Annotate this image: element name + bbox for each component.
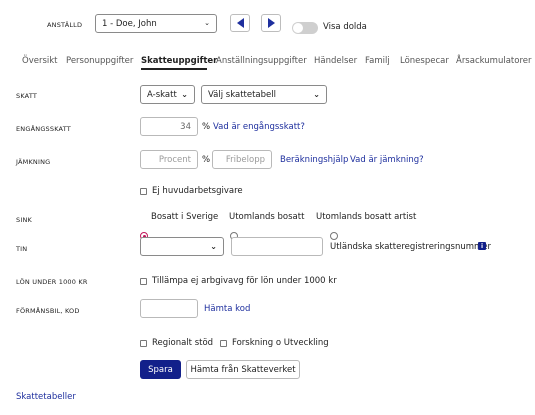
one-time-tax-help-link[interactable]: Vad är engångsskatt? xyxy=(213,122,305,132)
salary-under-1000-label: LÖN UNDER 1000 KR xyxy=(16,278,88,286)
salary-under-1000-checkbox-label: Tillämpa ej arbgivavg för lön under 1000… xyxy=(152,276,337,286)
next-employee-button[interactable] xyxy=(261,14,281,32)
engangsskatt-label: ENGÅNGSSKATT xyxy=(16,125,71,133)
arrow-left-icon xyxy=(236,18,244,28)
tin-label: TIN xyxy=(16,245,28,253)
adjustment-percent-unit: % xyxy=(202,155,211,165)
fetch-from-skatteverket-button[interactable]: Hämta från Skatteverket xyxy=(186,360,300,379)
tab-skatteuppgifter[interactable]: Skatteuppgifter xyxy=(141,56,217,66)
employee-label: ANSTÄLLD xyxy=(47,21,83,29)
tax-tables-link[interactable]: Skattetabeller xyxy=(16,392,76,402)
allowance-amount-input[interactable]: Fribelopp xyxy=(212,150,272,169)
tin-description: Utländska skatteregistreringsnummer xyxy=(330,242,492,252)
tab-arsackumulatorer[interactable]: Årsackumulatorer xyxy=(456,56,531,66)
one-time-tax-unit: % xyxy=(202,122,211,132)
not-main-employer-checkbox[interactable] xyxy=(140,188,147,195)
sink-option-label: Utomlands bosatt artist xyxy=(316,212,417,222)
not-main-employer-label: Ej huvudarbetsgivare xyxy=(152,186,243,196)
adjustment-percent-input[interactable]: Procent xyxy=(140,150,198,169)
sink-radio-utomlands-bosatt-artist[interactable] xyxy=(330,232,339,240)
research-development-label: Forskning o Utveckling xyxy=(232,338,329,348)
chevron-down-icon: ⌄ xyxy=(313,89,320,99)
calculation-help-link[interactable]: Beräkningshjälp xyxy=(280,155,348,165)
save-button[interactable]: Spara xyxy=(140,360,181,379)
arrow-right-icon xyxy=(267,18,275,28)
research-development-checkbox[interactable] xyxy=(220,340,227,347)
sink-label: SINK xyxy=(16,216,32,224)
fetch-code-link[interactable]: Hämta kod xyxy=(204,304,250,314)
jamkning-label: JÄMKNING xyxy=(16,158,51,166)
show-hidden-label: Visa dolda xyxy=(323,22,367,32)
tab-lonespecar[interactable]: Lönespecar xyxy=(400,56,449,66)
active-tab-underline xyxy=(141,68,207,70)
chevron-down-icon: ⌄ xyxy=(210,241,217,251)
info-icon[interactable]: i xyxy=(478,242,486,250)
tax-type-select[interactable]: A-skatt ⌄ xyxy=(140,85,195,104)
employee-select[interactable]: 1 - Doe, John ⌄ xyxy=(95,14,217,33)
tab-personuppgifter[interactable]: Personuppgifter xyxy=(66,56,133,66)
company-car-code-input[interactable] xyxy=(140,299,198,318)
skatt-label: SKATT xyxy=(16,92,38,100)
tax-table-select[interactable]: Välj skattetabell ⌄ xyxy=(201,85,327,104)
company-car-label: FÖRMÅNSBIL, KOD xyxy=(16,307,80,315)
salary-under-1000-checkbox[interactable] xyxy=(140,278,147,285)
regional-support-checkbox[interactable] xyxy=(140,340,147,347)
sink-option-label: Utomlands bosatt xyxy=(229,212,305,222)
one-time-tax-input[interactable]: 34 xyxy=(140,117,198,136)
chevron-down-icon: ⌄ xyxy=(204,19,210,27)
tax-table-value: Välj skattetabell xyxy=(208,89,276,100)
tab-anstallningsuppgifter[interactable]: Anställningsuppgifter xyxy=(216,56,307,66)
tab-oversikt[interactable]: Översikt xyxy=(22,56,58,66)
tax-type-value: A-skatt xyxy=(147,89,177,100)
tin-number-input[interactable] xyxy=(231,237,323,256)
adjustment-help-link[interactable]: Vad är jämkning? xyxy=(350,155,424,165)
previous-employee-button[interactable] xyxy=(230,14,250,32)
tab-familj[interactable]: Familj xyxy=(365,56,390,66)
tab-handelser[interactable]: Händelser xyxy=(314,56,357,66)
chevron-down-icon: ⌄ xyxy=(181,89,188,99)
employee-select-value: 1 - Doe, John xyxy=(102,18,157,29)
tin-country-select[interactable]: ⌄ xyxy=(140,237,224,256)
regional-support-label: Regionalt stöd xyxy=(152,338,214,348)
sink-option-label: Bosatt i Sverige xyxy=(151,212,219,222)
show-hidden-toggle[interactable] xyxy=(292,22,318,34)
